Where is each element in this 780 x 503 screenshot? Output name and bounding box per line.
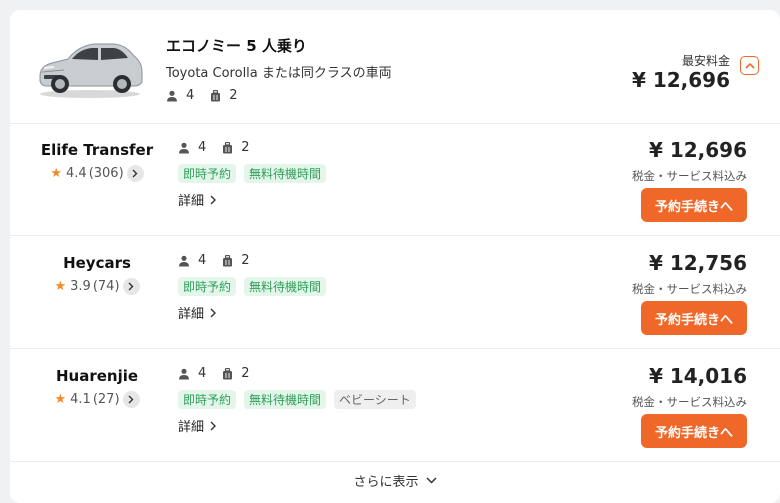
- luggage-count: 2: [241, 140, 250, 155]
- rating-score: 3.9: [70, 279, 91, 294]
- car-image: [39, 43, 143, 98]
- feature-tags: 即時予約 無料待機時間: [178, 164, 334, 183]
- offer-capacity: 4 2: [178, 253, 266, 268]
- vendor-rating[interactable]: ★ 4.1 (27): [28, 391, 166, 408]
- luggage-icon: [223, 254, 233, 266]
- chevron-right-icon: [210, 195, 217, 204]
- person-icon: [179, 142, 189, 153]
- vehicle-title: エコノミー 5 人乗り: [166, 37, 307, 55]
- show-more-button[interactable]: さらに表示: [10, 471, 780, 490]
- passenger-count: 4: [198, 253, 207, 268]
- chevron-down-icon: [425, 477, 437, 484]
- review-count: (27): [92, 392, 120, 407]
- details-label: 詳細: [178, 420, 205, 435]
- tax-note: 税金・サービス料込み: [632, 395, 747, 409]
- passenger-capacity: 4: [166, 88, 194, 103]
- passenger-count: 4: [198, 140, 207, 155]
- vendor-name: Elife Transfer: [40, 141, 154, 159]
- chevron-right-icon: [210, 421, 217, 430]
- vendor-rating[interactable]: ★ 4.4 (306): [28, 165, 166, 182]
- review-count: (74): [92, 279, 120, 294]
- luggage-capacity: 2: [210, 88, 238, 103]
- book-button[interactable]: 予約手続きへ: [641, 301, 747, 335]
- details-link[interactable]: 詳細: [178, 416, 217, 435]
- vehicle-header: エコノミー 5 人乗り Toyota Corolla または同クラスの車両 4 …: [10, 10, 780, 124]
- offer-row: Huarenjie ★ 4.1 (27) 4 2 即時予約 無料待機時間 ベビー…: [10, 350, 780, 462]
- tax-note: 税金・サービス料込み: [632, 282, 747, 296]
- tag-instant-booking: 即時予約: [178, 164, 237, 183]
- lowest-price-label: 最安料金: [681, 54, 730, 68]
- book-button[interactable]: 予約手続きへ: [641, 414, 747, 448]
- luggage-capacity: 2: [222, 366, 250, 381]
- chevron-right-icon[interactable]: [122, 391, 140, 408]
- passenger-count: 4: [198, 366, 207, 381]
- passenger-capacity: 4: [178, 140, 206, 155]
- luggage-count: 2: [229, 88, 238, 103]
- tag-baby-seat: ベビーシート: [334, 390, 416, 409]
- offer-capacity: 4 2: [178, 366, 266, 381]
- luggage-icon: [223, 367, 233, 379]
- tag-free-waiting: 無料待機時間: [244, 390, 327, 409]
- star-icon: ★: [54, 392, 67, 407]
- feature-tags: 即時予約 無料待機時間: [178, 277, 334, 296]
- vehicle-subtitle: Toyota Corolla または同クラスの車両: [166, 66, 392, 81]
- offer-capacity: 4 2: [178, 140, 266, 155]
- star-icon: ★: [50, 166, 62, 181]
- luggage-capacity: 2: [222, 253, 250, 268]
- chevron-right-icon: [210, 308, 217, 317]
- details-label: 詳細: [178, 194, 205, 209]
- luggage-capacity: 2: [222, 140, 250, 155]
- offer-price: ¥ 14,016: [648, 364, 747, 388]
- details-link[interactable]: 詳細: [178, 303, 217, 322]
- vendor-rating[interactable]: ★ 3.9 (74): [28, 278, 166, 295]
- vendor-name: Huarenjie: [55, 367, 139, 385]
- details-label: 詳細: [178, 307, 205, 322]
- offer-price: ¥ 12,696: [648, 138, 747, 162]
- luggage-count: 2: [241, 253, 250, 268]
- vehicle-card: エコノミー 5 人乗り Toyota Corolla または同クラスの車両 4 …: [10, 10, 780, 503]
- tax-note: 税金・サービス料込み: [632, 169, 747, 183]
- chevron-right-icon[interactable]: [126, 165, 144, 182]
- book-button[interactable]: 予約手続きへ: [641, 188, 747, 222]
- vendor-name: Heycars: [63, 254, 131, 272]
- tag-instant-booking: 即時予約: [178, 390, 237, 409]
- vehicle-capacity: 4 2: [166, 88, 254, 103]
- show-more-label: さらに表示: [353, 475, 419, 490]
- person-icon: [167, 90, 177, 101]
- person-icon: [179, 368, 189, 379]
- person-icon: [179, 255, 189, 266]
- rating-score: 4.4: [66, 166, 87, 181]
- star-icon: ★: [54, 279, 67, 294]
- collapse-button[interactable]: [740, 56, 759, 75]
- offer-row: Heycars ★ 3.9 (74) 4 2 即時予約 無料待機時間 詳細 ¥ …: [10, 237, 780, 349]
- lowest-price: ¥ 12,696: [631, 68, 730, 92]
- details-link[interactable]: 詳細: [178, 190, 217, 209]
- offer-price: ¥ 12,756: [648, 251, 747, 275]
- luggage-icon: [223, 141, 233, 153]
- luggage-icon: [211, 89, 221, 101]
- chevron-up-icon: [744, 62, 755, 69]
- tag-free-waiting: 無料待機時間: [244, 164, 327, 183]
- offer-row: Elife Transfer ★ 4.4 (306) 4 2 即時予約 無料待機…: [10, 124, 780, 236]
- passenger-count: 4: [186, 88, 195, 103]
- tag-instant-booking: 即時予約: [178, 277, 237, 296]
- passenger-capacity: 4: [178, 366, 206, 381]
- feature-tags: 即時予約 無料待機時間 ベビーシート: [178, 390, 424, 409]
- luggage-count: 2: [241, 366, 250, 381]
- rating-score: 4.1: [70, 392, 91, 407]
- tag-free-waiting: 無料待機時間: [244, 277, 327, 296]
- passenger-capacity: 4: [178, 253, 206, 268]
- review-count: (306): [88, 166, 124, 181]
- chevron-right-icon[interactable]: [122, 278, 140, 295]
